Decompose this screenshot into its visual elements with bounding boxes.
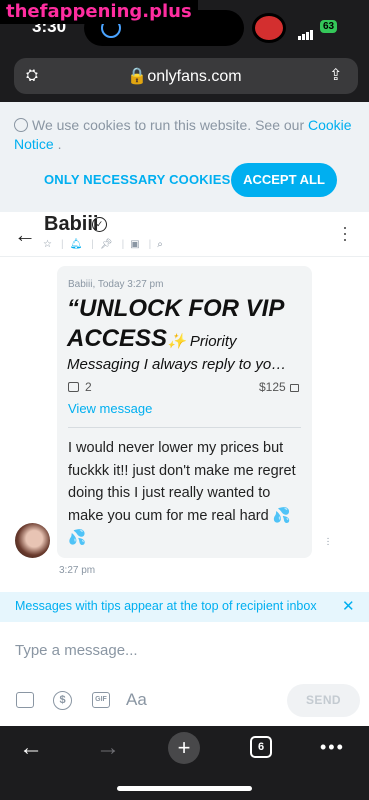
divider: |: [121, 239, 125, 250]
tabs-button[interactable]: 6: [250, 736, 272, 758]
media-count-value: 2: [85, 380, 92, 394]
message-time: 3:27 pm: [59, 565, 96, 576]
new-tab-icon[interactable]: +: [168, 732, 200, 764]
bell-icon[interactable]: 🔔︎: [70, 239, 83, 250]
forward-icon[interactable]: →: [96, 734, 120, 762]
url-text[interactable]: 🔒onlyfans.com: [0, 66, 369, 86]
price-value: $125: [259, 380, 286, 394]
battery-indicator: 63: [320, 20, 338, 33]
message-preview-line: Messaging I always reply to you…: [67, 356, 292, 373]
view-message-link[interactable]: View message: [68, 401, 152, 416]
message-title: “UNLOCK FOR VIP ACCESS✨ Priority: [67, 294, 307, 357]
lock-icon: [289, 384, 299, 392]
star-icon[interactable]: ☆: [43, 239, 52, 250]
close-icon[interactable]: ✕: [342, 597, 355, 615]
message-price: $125: [259, 380, 299, 394]
tip-dollar-icon[interactable]: $: [53, 691, 72, 710]
send-button[interactable]: SEND: [287, 684, 360, 717]
accept-all-button[interactable]: ACCEPT ALL: [231, 163, 337, 197]
more-menu-icon[interactable]: •••: [320, 737, 345, 758]
divider: |: [148, 239, 152, 250]
avatar[interactable]: [15, 523, 50, 558]
cookie-text: We use cookies to run this website. See …: [14, 116, 354, 154]
only-necessary-cookies-button[interactable]: ONLY NECESSARY COOKIES: [44, 172, 230, 187]
tips-banner-text: Messages with tips appear at the top of …: [15, 599, 317, 613]
watermark-text: thefappening.plus: [0, 0, 198, 24]
text-format-button[interactable]: Aa: [126, 690, 147, 710]
header-divider: [0, 256, 369, 257]
chat-contact-name[interactable]: Babiii: [44, 213, 98, 236]
cookie-suffix: .: [53, 136, 62, 152]
image-upload-icon[interactable]: [16, 692, 34, 708]
home-indicator: [117, 786, 252, 791]
cookie-message: We use cookies to run this website. See …: [32, 117, 308, 133]
chat-header-actions: ☆ | 🔔︎ | 📌︎ | ▣ | ⌕: [43, 239, 172, 250]
message-body: I would never lower my prices but fuckkk…: [68, 440, 296, 546]
message-meta: Babiii, Today 3:27 pm: [68, 279, 164, 290]
share-icon[interactable]: ⇪: [329, 65, 342, 85]
verified-icon: ✓: [92, 217, 107, 232]
media-count: 2: [68, 380, 92, 394]
url-domain: onlyfans.com: [147, 68, 242, 85]
back-arrow-icon[interactable]: ←: [14, 222, 36, 248]
image-icon: [68, 382, 79, 392]
pin-icon[interactable]: 📌︎: [100, 239, 113, 250]
gif-icon[interactable]: GIF: [92, 692, 110, 708]
back-icon[interactable]: ←: [19, 734, 43, 762]
bubble-divider: [68, 427, 301, 428]
message-title-tail: ✨ Priority: [167, 333, 237, 350]
signal-icon: [298, 22, 314, 40]
message-input[interactable]: Type a message...: [15, 642, 138, 659]
more-options-icon[interactable]: · · ·: [340, 218, 350, 248]
divider: |: [91, 239, 94, 250]
gallery-icon[interactable]: ▣: [130, 239, 139, 250]
app-activity-icon: [252, 13, 286, 43]
cookie-icon: [14, 118, 28, 132]
message-options-icon[interactable]: · · ·: [325, 534, 331, 550]
search-icon[interactable]: ⌕: [157, 239, 163, 250]
divider: |: [60, 239, 64, 250]
